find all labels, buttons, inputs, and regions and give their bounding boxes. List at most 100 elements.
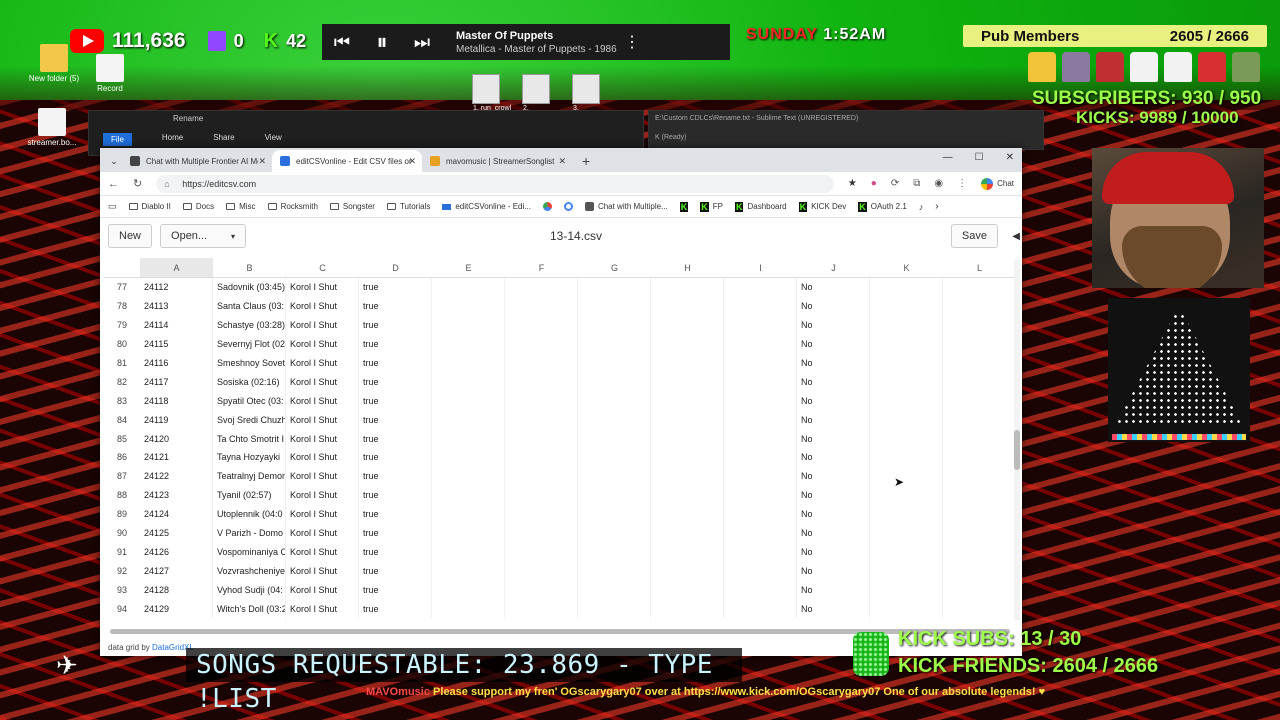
grid-cell[interactable]: No (797, 523, 870, 543)
grid-cell[interactable]: 24129 (140, 599, 213, 619)
close-window-icon[interactable]: ✕ (1006, 152, 1014, 163)
column-header[interactable]: D (359, 258, 432, 277)
grid-cell[interactable] (870, 429, 943, 449)
grid-cell[interactable] (651, 278, 724, 297)
grid-cell[interactable] (505, 391, 578, 411)
grid-cell[interactable] (943, 523, 1016, 543)
grid-cell[interactable]: Korol I Shut (286, 391, 359, 411)
grid-cell[interactable] (578, 353, 651, 373)
grid-cell[interactable] (870, 599, 943, 619)
taskbar-thumbnail[interactable]: 2. generate... (522, 74, 556, 119)
close-tab-icon[interactable]: ✕ (558, 156, 566, 167)
open-button[interactable]: Open... ▾ (160, 224, 247, 248)
grid-cell[interactable] (943, 580, 1016, 600)
row-number[interactable]: 80 (104, 339, 140, 349)
grid-cell[interactable] (578, 334, 651, 354)
bookmark-folder[interactable]: Docs (182, 202, 214, 211)
grid-cell[interactable]: Korol I Shut (286, 485, 359, 505)
column-header[interactable]: L (943, 258, 1016, 277)
grid-cell[interactable] (870, 542, 943, 562)
grid-cell[interactable] (943, 296, 1016, 316)
tab-search-icon[interactable]: ⌄ (106, 150, 122, 172)
grid-cell[interactable] (651, 580, 724, 600)
column-header[interactable]: H (651, 258, 724, 277)
grid-cell[interactable]: Korol I Shut (286, 599, 359, 619)
grid-cell[interactable]: 24114 (140, 315, 213, 335)
grid-cell[interactable]: 24117 (140, 372, 213, 392)
save-button[interactable]: Save (950, 224, 998, 248)
grid-cell[interactable] (943, 542, 1016, 562)
column-header[interactable]: I (724, 258, 797, 277)
desktop-icon-streamer-bot[interactable]: streamer.bo... (22, 108, 82, 147)
grid-cell[interactable] (724, 561, 797, 581)
grid-cell[interactable]: Vozvrashcheniye (213, 561, 286, 581)
grid-cell[interactable] (724, 410, 797, 430)
grid-cell[interactable]: Schastye (03:28) (213, 315, 286, 335)
grid-cell[interactable]: V Parizh - Domo (213, 523, 286, 543)
grid-cell[interactable]: Ta Chto Smotrit I (213, 429, 286, 449)
grid-cell[interactable]: Korol I Shut (286, 561, 359, 581)
grid-cell[interactable]: No (797, 315, 870, 335)
grid-cell[interactable]: true (359, 542, 432, 562)
grid-cell[interactable] (578, 580, 651, 600)
grid-cell[interactable]: No (797, 485, 870, 505)
grid-cell[interactable]: true (359, 599, 432, 619)
grid-cell[interactable] (651, 448, 724, 467)
grid-cell[interactable] (870, 353, 943, 373)
tab-streamersonglist[interactable]: mavomusic | StreamerSonglist ✕ (422, 150, 572, 172)
grid-cell[interactable] (870, 580, 943, 600)
column-header[interactable]: K (870, 258, 943, 277)
row-number[interactable]: 77 (104, 282, 140, 292)
grid-cell[interactable] (651, 315, 724, 335)
column-header[interactable]: F (505, 258, 578, 277)
tab-chat-multiple[interactable]: Chat with Multiple Frontier AI Mo... ✕ (122, 150, 272, 172)
grid-cell[interactable] (505, 580, 578, 600)
grid-cell[interactable]: 24119 (140, 410, 213, 430)
grid-cell[interactable]: Witch's Doll (03:2 (213, 599, 286, 619)
grid-cell[interactable] (578, 485, 651, 505)
grid-cell[interactable] (432, 296, 505, 316)
bookmark-link[interactable]: K FP (700, 201, 723, 212)
grid-cell[interactable] (943, 391, 1016, 411)
grid-cell[interactable]: 24116 (140, 353, 213, 373)
grid-cell[interactable] (651, 391, 724, 411)
more-options-icon[interactable]: ⋮ (624, 32, 640, 52)
grid-cell[interactable] (870, 448, 943, 467)
pause-icon[interactable]: ⏸ (362, 29, 402, 55)
close-tab-icon[interactable]: ✕ (408, 156, 416, 167)
explorer-tab-share[interactable]: Share (213, 133, 234, 146)
grid-cell[interactable]: 24120 (140, 429, 213, 449)
grid-cell[interactable] (651, 372, 724, 392)
grid-cell[interactable] (505, 561, 578, 581)
grid-cell[interactable]: Korol I Shut (286, 353, 359, 373)
grid-cell[interactable] (943, 372, 1016, 392)
grid-cell[interactable]: Korol I Shut (286, 410, 359, 430)
grid-cell[interactable]: No (797, 448, 870, 467)
extension-icon[interactable]: ● (871, 178, 877, 189)
grid-cell[interactable] (651, 523, 724, 543)
grid-cell[interactable]: Korol I Shut (286, 580, 359, 600)
grid-cell[interactable]: Tayna Hozyayki (213, 448, 286, 467)
grid-cell[interactable]: 24121 (140, 448, 213, 467)
grid-cell[interactable]: 24115 (140, 334, 213, 354)
grid-cell[interactable] (432, 542, 505, 562)
taskbar-thumbnail[interactable]: 3. apply_re... (572, 74, 606, 119)
grid-cell[interactable] (432, 523, 505, 543)
grid-cell[interactable]: Svoj Sredi Chuzh (213, 410, 286, 430)
grid-cell[interactable] (724, 523, 797, 543)
grid-cell[interactable] (578, 391, 651, 411)
grid-cell[interactable] (870, 334, 943, 354)
grid-cell[interactable]: 24118 (140, 391, 213, 411)
grid-cell[interactable]: Vospominaniya C (213, 542, 286, 562)
minimize-icon[interactable]: — (943, 152, 953, 163)
grid-cell[interactable] (943, 353, 1016, 373)
grid-cell[interactable] (651, 466, 724, 486)
explorer-tab-home[interactable]: Home (162, 133, 183, 146)
grid-cell[interactable]: true (359, 485, 432, 505)
grid-cell[interactable] (505, 296, 578, 316)
grid-cell[interactable] (578, 296, 651, 316)
grid-cell[interactable] (578, 523, 651, 543)
grid-cell[interactable] (505, 542, 578, 562)
grid-cell[interactable] (432, 448, 505, 467)
grid-cell[interactable]: No (797, 504, 870, 524)
